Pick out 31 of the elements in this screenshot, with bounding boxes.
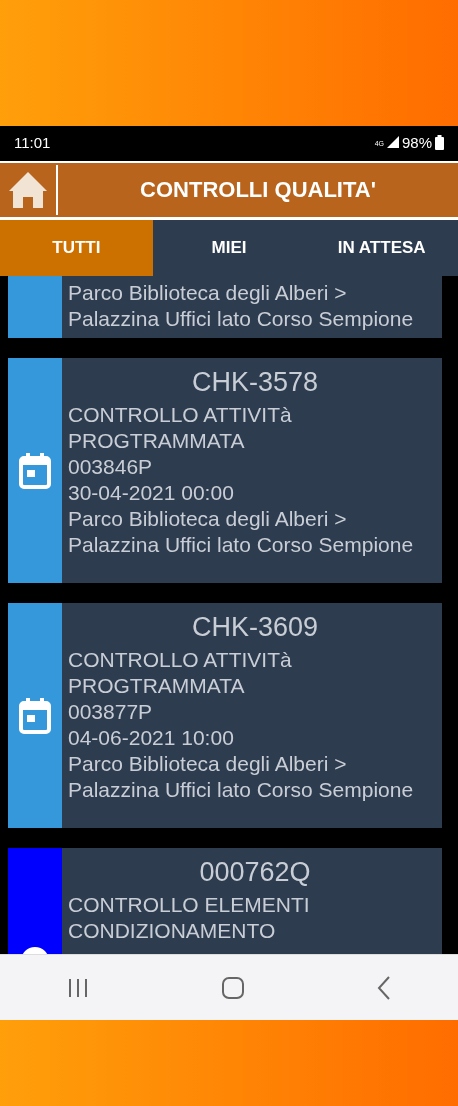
check-card[interactable]: CHK-3609 CONTROLLO ATTIVITà PROGTRAMMATA 003877P 04-06-2021 10:00 Parco Biblioteca degli Alberi > Palazzina Uffici lato Corso Sempione — [8, 603, 442, 828]
check-description: CONTROLLO ATTIVITà PROGTRAMMATA — [68, 402, 293, 454]
battery-icon — [435, 134, 444, 150]
signal-icon — [386, 136, 399, 148]
recent-apps-icon — [66, 977, 89, 998]
check-description: CONTROLLO ATTIVITà PROGTRAMMATA — [68, 647, 293, 699]
calendar-icon — [18, 451, 52, 490]
back-icon — [377, 975, 392, 1000]
home-icon — [7, 170, 49, 210]
tab[interactable]: TUTTI — [0, 220, 153, 276]
check-card[interactable]: Parco Biblioteca degli Alberi > Palazzina Uffici lato Corso Sempione — [8, 276, 442, 338]
check-description: CONTROLLO ELEMENTI CONDIZIONAMENTO — [68, 892, 311, 944]
tab[interactable]: MIEI — [152, 220, 306, 276]
square-icon — [222, 976, 244, 999]
check-reference: 003846P — [68, 454, 154, 480]
check-location: Parco Biblioteca degli Alberi > Palazzina Uffici lato Corso Sempione — [68, 280, 415, 332]
check-code: CHK-3609 — [190, 611, 320, 644]
check-card[interactable]: CHK-3578 CONTROLLO ATTIVITà PROGTRAMMATA 003846P 30-04-2021 00:00 Parco Biblioteca degli Alberi > Palazzina Uffici lato Corso Sempione — [8, 358, 442, 583]
check-location: Parco Biblioteca degli Alberi > Palazzina Uffici lato Corso Sempione — [68, 506, 415, 558]
tab[interactable]: IN ATTESA — [305, 220, 458, 276]
check-location: Parco Biblioteca degli Alberi > Palazzina Uffici lato Corso Sempione — [68, 751, 415, 803]
check-reference: 003877P — [68, 699, 154, 725]
check-card[interactable]: 000762Q CONTROLLO ELEMENTI CONDIZIONAMENTO — [8, 848, 442, 954]
calendar-icon — [18, 696, 52, 735]
check-code: CHK-3578 — [190, 366, 320, 399]
battery-percent: 98% — [401, 133, 432, 151]
clock: 11:01 — [14, 133, 51, 151]
page-title: CONTROLLI QUALITA' — [139, 177, 377, 203]
check-date: 04-06-2021 10:00 — [68, 725, 235, 751]
check-date: 30-04-2021 00:00 — [68, 480, 235, 506]
check-code: 000762Q — [198, 856, 312, 889]
